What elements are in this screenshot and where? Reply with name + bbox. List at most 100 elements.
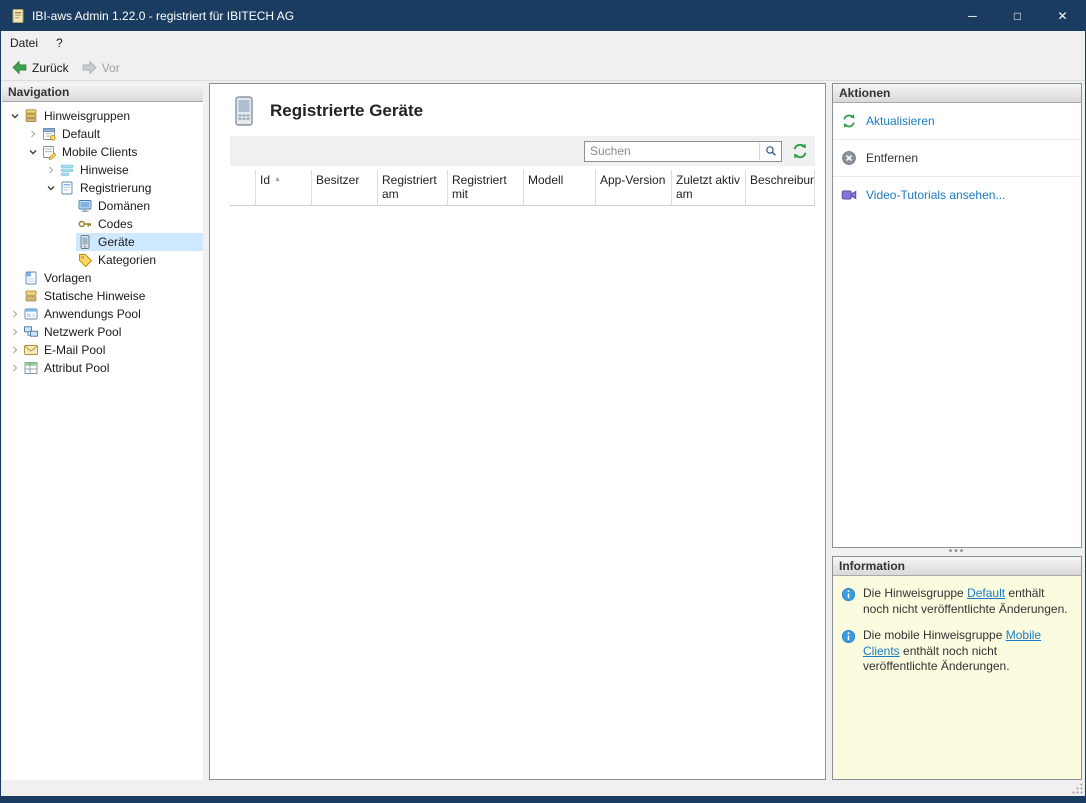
search-input[interactable] [585, 141, 759, 161]
chevron-placeholder [8, 271, 22, 285]
tree-row-body: Codes [76, 215, 203, 233]
tree-row-body: Statische Hinweise [22, 287, 203, 305]
attribut-pool-icon [24, 362, 38, 374]
tree-item-label: Anwendungs Pool [44, 307, 141, 321]
chevron-collapsed-icon[interactable] [8, 343, 22, 357]
tree-item-netzwerk-pool[interactable]: Netzwerk Pool [2, 323, 203, 341]
default-group-icon [43, 128, 56, 141]
tree-item-label: Codes [98, 217, 133, 231]
info-icon [841, 587, 856, 602]
chevron-collapsed-icon[interactable] [8, 361, 22, 375]
column-header-beschreibung[interactable]: Beschreibung [746, 170, 815, 205]
email-pool-icon [24, 345, 38, 355]
information-header: Information [833, 557, 1081, 576]
maximize-button[interactable]: □ [995, 1, 1040, 31]
tree-item-statische-hinweise[interactable]: Statische Hinweise [2, 287, 203, 305]
tree-item-default[interactable]: Default [2, 125, 203, 143]
chevron-collapsed-icon[interactable] [26, 127, 40, 141]
chevron-expanded-icon[interactable] [44, 181, 58, 195]
info-link-default[interactable]: Default [967, 586, 1005, 600]
tree-item-domaenen[interactable]: Domänen [2, 197, 203, 215]
info-note-prefix: Die Hinweisgruppe [863, 586, 968, 600]
forward-label: Vor [101, 60, 120, 75]
tree-item-label: Geräte [98, 235, 135, 249]
action-entfernen[interactable]: Entfernen [833, 140, 1081, 177]
action-video-tutorials[interactable]: Video-Tutorials ansehen... [833, 177, 1081, 213]
tree-row-body: Kategorien [76, 251, 203, 269]
titlebar: IBI-aws Admin 1.22.0 - registriert für I… [1, 1, 1085, 31]
tree-row-body: E-Mail Pool [22, 341, 203, 359]
codes-key-icon [78, 220, 91, 228]
tree-row-body: Attribut Pool [22, 359, 203, 377]
column-label: Registriert am [382, 173, 437, 202]
remove-icon [842, 151, 856, 165]
right-column: Aktionen Aktualisieren Entfernen Video-T… [832, 83, 1082, 780]
domaenen-icon [78, 200, 92, 212]
action-label: Entfernen [866, 151, 919, 165]
tree-item-anwendungs-pool[interactable]: Anwendungs Pool [2, 305, 203, 323]
app-window: IBI-aws Admin 1.22.0 - registriert für I… [0, 0, 1086, 803]
column-label: Registriert mit [452, 173, 507, 202]
column-header-id[interactable]: Id ▲ [256, 170, 312, 205]
chevron-expanded-icon[interactable] [8, 109, 22, 123]
chevron-collapsed-icon[interactable] [8, 307, 22, 321]
column-label: App-Version [600, 173, 666, 187]
menu-datei[interactable]: Datei [1, 31, 47, 55]
actions-header: Aktionen [833, 84, 1081, 103]
back-label: Zurück [32, 60, 69, 75]
close-button[interactable]: ✕ [1040, 1, 1085, 31]
forward-button[interactable]: Vor [77, 57, 124, 78]
column-header-registriert-mit[interactable]: Registriert mit [448, 170, 524, 205]
column-header-app-version[interactable]: App-Version [596, 170, 672, 205]
tree-item-registrierung[interactable]: Registrierung [2, 179, 203, 197]
chevron-placeholder [8, 289, 22, 303]
action-aktualisieren[interactable]: Aktualisieren [833, 103, 1081, 140]
page-title: Registrierte Geräte [270, 101, 424, 120]
column-header-besitzer[interactable]: Besitzer [312, 170, 378, 205]
minimize-button[interactable]: ─ [950, 1, 995, 31]
tree-item-vorlagen[interactable]: Vorlagen [2, 269, 203, 287]
tree-item-email-pool[interactable]: E-Mail Pool [2, 341, 203, 359]
column-header-registriert-am[interactable]: Registriert am [378, 170, 448, 205]
tree-row-body: Default [40, 125, 203, 143]
tree-item-label: Hinweise [80, 163, 129, 177]
resize-grip-icon[interactable] [1071, 782, 1084, 795]
back-button[interactable]: Zurück [7, 57, 73, 78]
tree-item-hinweise[interactable]: Hinweise [2, 161, 203, 179]
tree-row-body: Vorlagen [22, 269, 203, 287]
tree-item-attribut-pool[interactable]: Attribut Pool [2, 359, 203, 377]
back-arrow-icon [12, 60, 27, 75]
hinweise-icon [60, 164, 74, 176]
tree-item-hinweisgruppen[interactable]: Hinweisgruppen [2, 107, 203, 125]
menubar: Datei ? [1, 31, 1085, 55]
navigation-header: Navigation [2, 83, 203, 102]
tree-item-kategorien[interactable]: Kategorien [2, 251, 203, 269]
column-header-modell[interactable]: Modell [524, 170, 596, 205]
refresh-icon[interactable] [791, 142, 809, 160]
tree-item-label: Default [62, 127, 101, 141]
panel-splitter[interactable]: ••• [832, 547, 1082, 557]
table-header: Id ▲ Besitzer Registriert am Registriert… [230, 170, 815, 206]
search-button[interactable] [759, 142, 781, 160]
column-header-zuletzt-aktiv-am[interactable]: Zuletzt aktiv am [672, 170, 746, 205]
nav-toolbar: Zurück Vor [1, 55, 1085, 81]
tree-item-mobile-clients[interactable]: Mobile Clients [2, 143, 203, 161]
device-header-icon [235, 96, 253, 126]
tree-row-body: Mobile Clients [40, 143, 203, 161]
tree-row-body-selected: Geräte [76, 233, 203, 251]
chevron-expanded-icon[interactable] [26, 145, 40, 159]
information-panel: Information Die Hinweisgruppe Default en… [832, 556, 1082, 780]
tree-row-body: Netzwerk Pool [22, 323, 203, 341]
tree-item-label: Netzwerk Pool [44, 325, 122, 339]
tree-item-codes[interactable]: Codes [2, 215, 203, 233]
video-icon [841, 190, 857, 200]
menu-help[interactable]: ? [47, 31, 72, 55]
chevron-collapsed-icon[interactable] [44, 163, 58, 177]
tree-item-label: Mobile Clients [62, 145, 138, 159]
tree-item-geraete[interactable]: Geräte [2, 233, 203, 251]
action-label: Video-Tutorials ansehen... [866, 188, 1006, 202]
tree-item-label: Statische Hinweise [44, 289, 146, 303]
tree-item-label: Hinweisgruppen [44, 109, 131, 123]
info-note-mobile-clients: Die mobile Hinweisgruppe Mobile Clients … [841, 628, 1073, 675]
chevron-collapsed-icon[interactable] [8, 325, 22, 339]
